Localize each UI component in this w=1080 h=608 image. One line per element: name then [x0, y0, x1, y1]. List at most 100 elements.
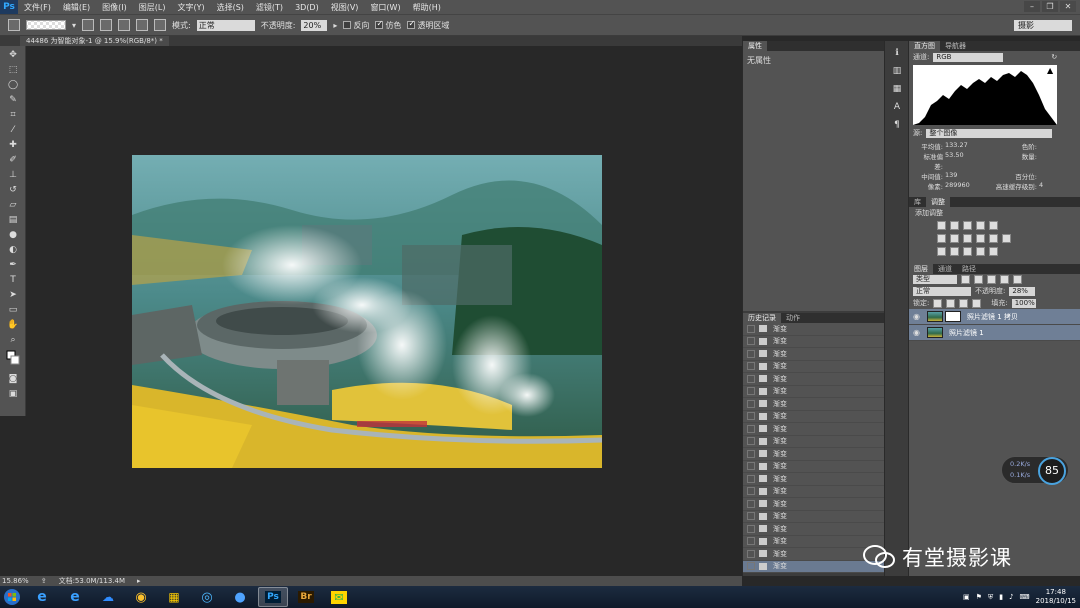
menu-select[interactable]: 选择(S) — [211, 2, 250, 13]
hand-tool-icon[interactable]: ✋ — [6, 320, 20, 331]
flag-icon[interactable]: ⚑ — [976, 593, 982, 601]
visibility-eye-icon[interactable]: ◉ — [913, 328, 923, 337]
tab-actions[interactable]: 动作 — [781, 313, 805, 323]
info-icon[interactable]: ℹ — [889, 47, 905, 59]
visibility-eye-icon[interactable]: ◉ — [913, 312, 923, 321]
history-entry[interactable]: 渐变 — [743, 511, 884, 523]
lock-position-icon[interactable] — [959, 298, 969, 308]
history-entry[interactable]: 渐变 — [743, 498, 884, 511]
zoom-tool-icon[interactable]: ⌕ — [6, 335, 20, 346]
history-checkbox[interactable] — [747, 362, 755, 371]
zoom-level[interactable]: 15.86% — [2, 577, 29, 585]
history-entry[interactable]: 渐变 — [743, 398, 884, 411]
reverse-checkbox[interactable] — [343, 21, 352, 29]
chrome-icon[interactable]: ◉ — [126, 587, 156, 607]
reverse-option[interactable]: 反向 — [343, 20, 369, 31]
network-icon[interactable]: ▮ — [999, 593, 1003, 601]
app-grid-icon[interactable]: ▦ — [159, 587, 189, 607]
radial-gradient-icon[interactable] — [100, 19, 113, 31]
color-lookup-icon[interactable] — [1002, 234, 1011, 243]
character-icon[interactable]: A — [889, 101, 905, 113]
filter-adjustment-icon[interactable] — [974, 275, 983, 284]
tab-adjustments[interactable]: 调整 — [926, 197, 950, 207]
canvas-photo[interactable] — [132, 155, 602, 468]
tab-channels[interactable]: 通道 — [933, 264, 957, 274]
tab-layers[interactable]: 图层 — [909, 264, 933, 274]
filter-smart-icon[interactable] — [1013, 275, 1022, 284]
eraser-tool-icon[interactable]: ▱ — [6, 200, 20, 211]
levels-icon[interactable] — [950, 221, 959, 230]
network-speed-widget[interactable]: 0.2K/s 0.1K/s 85 — [1001, 456, 1069, 485]
layer-item[interactable]: ◉ 照片滤镜 1 — [909, 325, 1080, 341]
marquee-tool-icon[interactable]: ⬚ — [6, 65, 20, 76]
history-checkbox[interactable] — [747, 549, 755, 558]
blend-mode-select[interactable]: 正常 — [913, 286, 971, 296]
tab-history[interactable]: 历史记录 — [743, 313, 781, 323]
photoshop-taskbar-icon[interactable]: Ps — [258, 587, 288, 607]
canvas-area[interactable] — [26, 46, 742, 576]
shield-icon[interactable]: ⛨ — [988, 593, 993, 602]
gradient-tool-icon[interactable]: ▤ — [6, 215, 20, 226]
gradient-picker[interactable] — [26, 20, 66, 30]
close-icon[interactable]: ✕ — [1060, 1, 1076, 12]
lock-transparent-icon[interactable] — [933, 298, 943, 308]
photo-filter-icon[interactable] — [976, 234, 985, 243]
history-checkbox[interactable] — [747, 524, 755, 533]
ie-alt-icon[interactable]: e — [60, 587, 90, 607]
color-swatches-icon[interactable] — [6, 350, 20, 370]
angle-gradient-icon[interactable] — [118, 19, 131, 31]
menu-3d[interactable]: 3D(D) — [289, 3, 325, 12]
source-select[interactable]: 整个图像 — [926, 128, 1053, 138]
history-checkbox[interactable] — [747, 424, 755, 433]
threshold-icon[interactable] — [963, 247, 972, 256]
clock[interactable]: 17:48 2018/10/15 — [1036, 588, 1076, 606]
history-checkbox[interactable] — [747, 324, 755, 333]
tab-navigator[interactable]: 导航器 — [940, 41, 971, 51]
history-entry[interactable]: 渐变 — [743, 473, 884, 486]
layer-item[interactable]: ◉ 照片滤镜 1 拷贝 — [909, 309, 1080, 325]
transparency-checkbox[interactable] — [407, 19, 416, 29]
linear-gradient-icon[interactable] — [82, 19, 95, 31]
history-entry[interactable]: 渐变 — [743, 461, 884, 473]
channel-select[interactable]: RGB — [933, 52, 1004, 62]
history-checkbox[interactable] — [747, 374, 755, 383]
brightness-icon[interactable] — [937, 221, 946, 230]
swatches-icon[interactable]: ▦ — [889, 83, 905, 95]
dodge-tool-icon[interactable]: ◐ — [6, 245, 20, 256]
menu-window[interactable]: 窗口(W) — [364, 2, 406, 13]
brush-tool-icon[interactable]: ✐ — [6, 155, 20, 166]
posterize-icon[interactable] — [950, 247, 959, 256]
document-tab[interactable]: 44486 为智能对象-1 @ 15.9%(RGB/8*) * — [20, 36, 169, 46]
hue-saturation-icon[interactable] — [937, 234, 946, 243]
history-checkbox[interactable] — [747, 537, 755, 546]
histogram-icon[interactable]: ▥ — [889, 65, 905, 77]
history-checkbox[interactable] — [747, 512, 755, 521]
menu-help[interactable]: 帮助(H) — [407, 2, 447, 13]
history-checkbox[interactable] — [747, 462, 755, 471]
history-entry[interactable]: 渐变 — [743, 386, 884, 398]
pen-tool-icon[interactable]: ✒ — [6, 260, 20, 271]
lock-all-icon[interactable] — [972, 298, 982, 308]
history-checkbox[interactable] — [747, 337, 755, 346]
history-checkbox[interactable] — [747, 412, 755, 421]
volume-icon[interactable]: ♪ — [1009, 593, 1013, 601]
menu-image[interactable]: 图像(I) — [96, 2, 133, 13]
layer-name[interactable]: 照片滤镜 1 — [949, 328, 984, 338]
gradient-dropdown-icon[interactable]: ▾ — [72, 21, 76, 30]
filter-shape-icon[interactable] — [1000, 275, 1009, 284]
history-entry[interactable]: 渐变 — [743, 373, 884, 386]
layer-opacity-input[interactable]: 28% — [1009, 286, 1036, 296]
blur-tool-icon[interactable]: ● — [6, 230, 20, 241]
path-select-tool-icon[interactable]: ➤ — [6, 290, 20, 301]
gradient-map-icon[interactable] — [976, 247, 985, 256]
history-entry[interactable]: 渐变 — [743, 423, 884, 436]
move-tool-icon[interactable]: ✥ — [6, 50, 20, 61]
maximize-icon[interactable]: ❐ — [1042, 1, 1058, 12]
history-entry[interactable]: 渐变 — [743, 436, 884, 448]
refresh-icon[interactable]: ↻ — [1051, 53, 1057, 61]
exposure-icon[interactable] — [976, 221, 985, 230]
transparency-option[interactable]: 透明区域 — [407, 19, 449, 31]
history-entry[interactable]: 渐变 — [743, 323, 884, 336]
tool-preset-icon[interactable] — [8, 19, 20, 31]
black-white-icon[interactable] — [963, 234, 972, 243]
